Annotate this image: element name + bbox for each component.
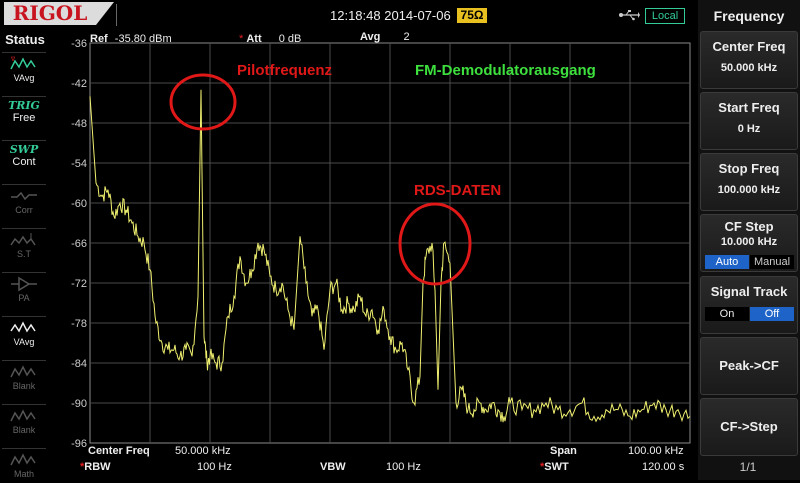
y-tick-label: -36 <box>71 38 87 50</box>
rigol-logo: RIGOL <box>4 2 96 25</box>
status-math[interactable]: Math <box>2 448 46 483</box>
peak-to-cf-key[interactable]: Peak->CF <box>700 337 798 395</box>
fm-annotation: FM-Demodulatorausgang <box>415 62 596 79</box>
top-divider <box>116 4 117 26</box>
usb-icon <box>619 10 640 21</box>
pilot-annotation: Pilotfrequenz <box>237 62 333 79</box>
stop-freq-key[interactable]: Stop Freq 100.000 kHz <box>700 153 798 211</box>
y-tick-label: -72 <box>71 278 87 290</box>
y-tick-label: -66 <box>71 238 87 250</box>
signal-track-off[interactable]: Off <box>750 307 794 321</box>
start-freq-key[interactable]: Start Freq 0 Hz <box>700 92 798 150</box>
status-trig[interactable]: TRIG Free <box>2 96 46 131</box>
cf-to-step-key[interactable]: CF->Step <box>700 398 798 456</box>
impedance-badge: 75Ω <box>457 8 487 23</box>
attenuation[interactable]: * Att 0 dB <box>239 33 301 45</box>
pa-icon <box>11 276 37 292</box>
signal-track-key[interactable]: Signal Track On Off <box>700 276 798 334</box>
status-vavg[interactable]: ∇ VAvg <box>2 52 46 87</box>
logo-wedge <box>96 2 114 25</box>
status-vavg-trace[interactable]: VAvg <box>2 316 46 351</box>
span-value[interactable]: 100.00 kHz <box>628 445 684 457</box>
status-panel: Status ∇ VAvg TRIG Free SWP Cont Corr S.… <box>0 30 50 480</box>
blank-icon <box>10 365 36 378</box>
local-mode-badge: Local <box>645 8 685 24</box>
status-corr[interactable]: Corr <box>2 184 46 219</box>
spectrum-plot[interactable]: -36 -42 -48 -54 -60 -66 -72 -78 -84 -90 -96 <box>50 30 698 480</box>
center-freq-label: Center Freq <box>88 445 150 457</box>
spectrum-display[interactable]: -36 -42 -48 -54 -60 -66 -72 -78 -84 -90 -96 Ref -3… <box>50 30 698 480</box>
center-freq-key[interactable]: Center Freq 50.000 kHz <box>700 31 798 89</box>
status-pa[interactable]: PA <box>2 272 46 307</box>
y-tick-label: -54 <box>71 158 87 170</box>
y-tick-label: -42 <box>71 78 87 90</box>
top-bar: RIGOL 12:18:48 2014-07-06 75Ω Local <box>0 0 698 30</box>
cf-step-key[interactable]: CF Step 10.000 kHz Auto Manual <box>700 214 798 272</box>
status-blank-1[interactable]: Blank <box>2 360 46 395</box>
vavg2-icon <box>10 321 36 333</box>
rds-annotation: RDS-DATEN <box>414 182 502 199</box>
swt-value[interactable]: 120.00 s <box>642 461 684 473</box>
y-tick-label: -78 <box>71 318 87 330</box>
cf-step-manual[interactable]: Manual <box>750 255 794 269</box>
y-tick-label: -84 <box>71 358 87 370</box>
status-swp[interactable]: SWP Cont <box>2 140 46 175</box>
cf-step-auto[interactable]: Auto <box>705 255 749 269</box>
blank2-icon <box>10 409 36 422</box>
status-title: Status <box>5 32 45 47</box>
y-tick-label: -90 <box>71 398 87 410</box>
rbw-label: *RBW <box>80 461 111 473</box>
rbw-value[interactable]: 100 Hz <box>197 461 232 473</box>
menu-title: Frequency <box>713 8 785 24</box>
corr-icon <box>11 191 37 201</box>
datetime-display: 12:18:48 2014-07-06 <box>330 8 451 23</box>
grid <box>89 42 691 444</box>
trig-label: TRIG <box>8 99 40 112</box>
y-tick-label: -48 <box>71 118 87 130</box>
status-st[interactable]: S.T <box>2 228 46 263</box>
menu-page-indicator: 1/1 <box>739 460 757 474</box>
rds-circle <box>398 202 472 286</box>
st-icon <box>10 233 36 246</box>
center-freq-value[interactable]: 50.000 kHz <box>175 445 231 457</box>
y-tick-label: -96 <box>71 438 87 450</box>
softkey-menu: Frequency Center Freq 50.000 kHz Start F… <box>698 0 800 480</box>
signal-track-on[interactable]: On <box>705 307 749 321</box>
vavg-icon: ∇ <box>10 56 36 70</box>
y-tick-label: -60 <box>71 198 87 210</box>
swp-mode: Cont <box>12 156 36 168</box>
vbw-label: VBW <box>320 461 346 473</box>
swt-label: *SWT <box>540 461 569 473</box>
vbw-value[interactable]: 100 Hz <box>386 461 421 473</box>
status-blank-2[interactable]: Blank <box>2 404 46 439</box>
math-icon <box>10 453 36 466</box>
swp-label: SWP <box>9 143 39 156</box>
average-count[interactable]: Avg 2 <box>360 31 410 43</box>
trig-mode: Free <box>12 112 36 124</box>
span-label: Span <box>550 445 577 457</box>
y-axis-ticks: -36 -42 -48 -54 -60 -66 -72 -78 -84 -90 -96 <box>71 38 87 450</box>
ref-level[interactable]: Ref -35.80 dBm <box>90 33 172 45</box>
